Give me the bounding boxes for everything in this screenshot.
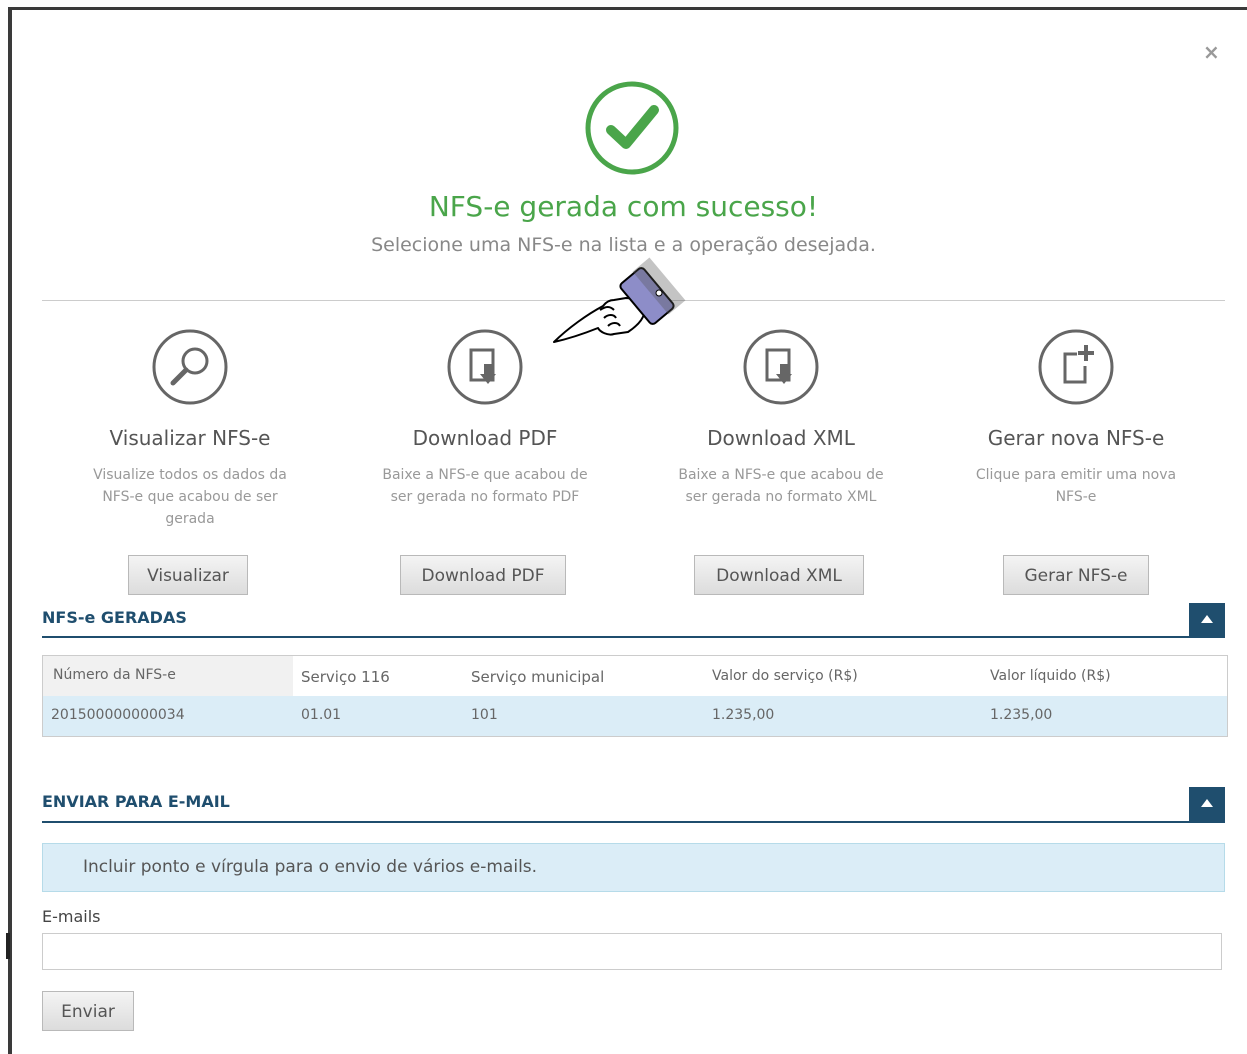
email-info-alert: Incluir ponto e vírgula para o envio de … <box>42 843 1225 892</box>
caret-up-icon <box>1201 799 1213 807</box>
column-header[interactable]: Valor líquido (R$) <box>990 668 1111 684</box>
action-title: Gerar nova NFS-e <box>987 426 1165 450</box>
cell-valor-liquido: 1.235,00 <box>990 707 1053 723</box>
generated-table: Número da NFS-e Serviço 116 Serviço muni… <box>42 655 1228 737</box>
emails-input[interactable] <box>42 933 1222 970</box>
cell-valor-servico: 1.235,00 <box>712 707 775 723</box>
email-section-rule <box>42 821 1225 823</box>
background-window-edge-top <box>8 7 1247 10</box>
action-description: Baixe a NFS-e que acabou de ser gerada n… <box>382 467 588 505</box>
action-description: Baixe a NFS-e que acabou de ser gerada n… <box>678 467 884 505</box>
action-title: Download XML <box>707 426 855 450</box>
gerar-nfse-button[interactable]: Gerar NFS-e <box>1003 555 1149 595</box>
collapse-email-button[interactable] <box>1189 787 1225 821</box>
action-description: Clique para emitir uma nova NFS-e <box>975 467 1177 505</box>
search-icon <box>152 329 228 405</box>
modal-title: NFS-e gerada com sucesso! <box>428 190 819 223</box>
enviar-button[interactable]: Enviar <box>42 991 134 1031</box>
generated-section-rule <box>42 636 1225 638</box>
collapse-generated-button[interactable] <box>1189 603 1225 637</box>
close-icon[interactable]: × <box>1203 40 1220 64</box>
action-title: Visualizar NFS-e <box>109 426 271 450</box>
column-header[interactable]: Serviço municipal <box>471 668 604 686</box>
download-pdf-button[interactable]: Download PDF <box>400 555 566 595</box>
action-download-pdf: Download PDF Baixe a NFS-e que acabou de… <box>365 328 605 508</box>
table-header: Número da NFS-e Serviço 116 Serviço muni… <box>43 656 1227 697</box>
column-header[interactable]: Número da NFS-e <box>53 667 176 683</box>
download-pdf-icon <box>447 329 523 405</box>
visualizar-button[interactable]: Visualizar <box>128 555 248 595</box>
action-title: Download PDF <box>412 426 558 450</box>
generated-section-title: NFS-e GERADAS <box>42 608 187 627</box>
new-document-icon <box>1038 329 1114 405</box>
cell-servico-municipal: 101 <box>471 707 498 723</box>
background-window-scrap <box>6 933 10 959</box>
column-header[interactable]: Serviço 116 <box>301 668 390 686</box>
action-gerar-nova: Gerar nova NFS-e Clique para emitir uma … <box>956 328 1196 508</box>
action-description: Visualize todos os dados da NFS-e que ac… <box>93 467 287 527</box>
cell-numero: 201500000000034 <box>51 707 185 723</box>
table-row[interactable]: 201500000000034 01.01 101 1.235,00 1.235… <box>43 696 1227 736</box>
action-visualizar: Visualizar NFS-e Visualize todos os dado… <box>70 328 310 530</box>
caret-up-icon <box>1201 615 1213 623</box>
cell-servico-116: 01.01 <box>301 707 342 723</box>
action-download-xml: Download XML Baixe a NFS-e que acabou de… <box>661 328 901 508</box>
emails-label: E-mails <box>42 907 101 926</box>
download-xml-icon <box>743 329 819 405</box>
email-section-title: ENVIAR PARA E-MAIL <box>42 792 230 811</box>
download-xml-button[interactable]: Download XML <box>694 555 864 595</box>
success-check-icon <box>585 81 679 175</box>
column-header[interactable]: Valor do serviço (R$) <box>712 668 858 684</box>
background-window-edge-left <box>8 8 12 1054</box>
